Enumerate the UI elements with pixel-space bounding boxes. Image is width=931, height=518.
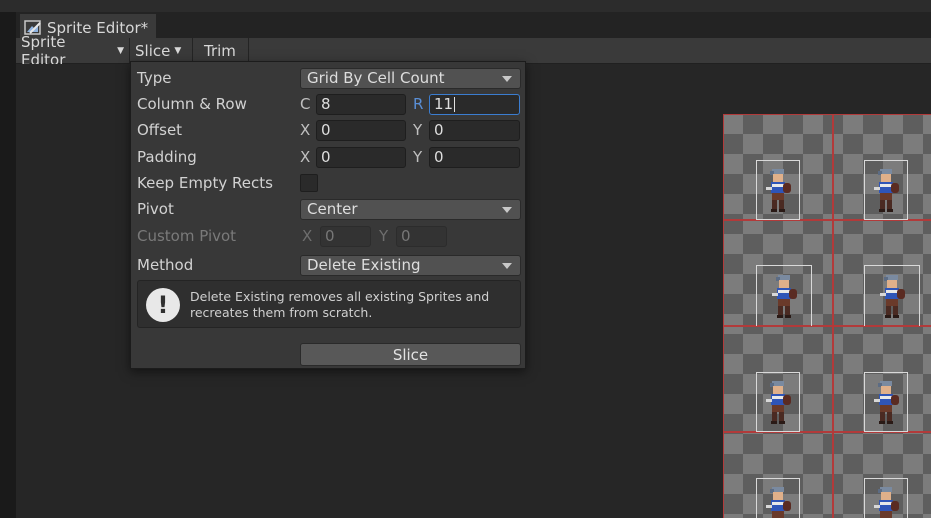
sprite-rect[interactable] — [864, 265, 920, 327]
help-text-line-2: recreates them from scratch. — [190, 305, 373, 320]
character-sprite — [769, 273, 799, 319]
sprite-sheet[interactable] — [723, 114, 931, 518]
left-edge — [0, 12, 16, 518]
custom-pivot-label: Custom Pivot — [137, 227, 237, 245]
column-row-row: Column & Row C 8 R 11 — [137, 92, 520, 116]
help-text: Delete Existing removes all existing Spr… — [190, 289, 510, 321]
character-sprite — [877, 273, 907, 319]
custom-pivot-y-axis-label: Y — [379, 227, 389, 245]
sprite-cell[interactable] — [723, 114, 833, 220]
sprite-cell[interactable] — [723, 220, 833, 327]
offset-y-field[interactable]: 0 — [429, 119, 520, 141]
row-count-value: 11 — [434, 95, 454, 113]
keep-empty-rects-label: Keep Empty Rects — [137, 174, 273, 192]
slice-menu-button[interactable]: Slice ▼ — [130, 38, 193, 63]
character-sprite — [763, 167, 793, 213]
chevron-down-icon: ▼ — [174, 45, 182, 56]
type-label: Type — [137, 69, 172, 87]
custom-pivot-x-axis-label: X — [302, 227, 313, 245]
custom-pivot-row: Custom Pivot X 0 Y 0 — [137, 224, 519, 248]
offset-x-value: 0 — [321, 121, 331, 139]
column-row-label: Column & Row — [137, 95, 247, 113]
method-dropdown[interactable]: Delete Existing — [300, 254, 521, 276]
sprite-rect[interactable] — [756, 372, 800, 432]
character-sprite — [763, 379, 793, 425]
tab-bar: Sprite Editor* — [16, 12, 931, 40]
slice-label: Slice — [135, 41, 171, 60]
custom-pivot-y-value: 0 — [401, 227, 411, 245]
pivot-value: Center — [307, 200, 358, 218]
info-icon: ! — [146, 288, 180, 322]
slice-button[interactable]: Slice — [300, 343, 521, 366]
sprite-cell[interactable] — [833, 220, 931, 327]
trim-label: Trim — [204, 41, 236, 60]
sprite-cell[interactable] — [833, 326, 931, 432]
type-value: Grid By Cell Count — [307, 69, 445, 87]
padding-y-field[interactable]: 0 — [429, 146, 520, 168]
top-strip — [0, 0, 931, 12]
type-row: Type Grid By Cell Count — [137, 66, 521, 90]
chevron-down-icon — [502, 262, 512, 269]
padding-y-axis-label: Y — [413, 148, 423, 166]
method-row: Method Delete Existing — [137, 253, 521, 277]
offset-row: Offset X 0 Y 0 — [137, 118, 520, 142]
padding-x-axis-label: X — [300, 148, 311, 166]
offset-x-axis-label: X — [300, 121, 311, 139]
sprite-cell[interactable] — [833, 114, 931, 220]
offset-label: Offset — [137, 121, 183, 139]
sprite-cell[interactable] — [723, 432, 833, 518]
chevron-down-icon — [502, 206, 512, 213]
character-sprite — [763, 485, 793, 518]
sprite-rect[interactable] — [756, 478, 800, 518]
character-sprite — [871, 485, 901, 518]
custom-pivot-y-field: 0 — [396, 225, 447, 247]
offset-y-value: 0 — [434, 121, 444, 139]
column-count-field[interactable]: 8 — [316, 93, 406, 115]
sprite-rect[interactable] — [756, 265, 812, 327]
pivot-label: Pivot — [137, 200, 174, 218]
method-label: Method — [137, 256, 194, 274]
sprite-rect[interactable] — [864, 160, 908, 220]
c-axis-label: C — [300, 95, 311, 113]
column-count-value: 8 — [321, 95, 331, 113]
method-value: Delete Existing — [307, 256, 421, 274]
help-box: ! Delete Existing removes all existing S… — [137, 280, 521, 328]
sprite-rect[interactable] — [756, 160, 800, 220]
sprite-cell[interactable] — [833, 432, 931, 518]
pivot-dropdown[interactable]: Center — [300, 198, 521, 220]
row-count-field[interactable]: 11 — [429, 93, 520, 115]
sprite-rect[interactable] — [864, 372, 908, 432]
sprite-cell[interactable] — [723, 326, 833, 432]
chevron-down-icon — [502, 75, 512, 82]
sprite-editor-mode-dropdown[interactable]: Sprite Editor ▼ — [16, 33, 130, 69]
slice-popup: Type Grid By Cell Count Column & Row C 8… — [130, 61, 526, 369]
trim-button[interactable]: Trim — [193, 38, 249, 63]
offset-x-field[interactable]: 0 — [316, 119, 406, 141]
padding-row: Padding X 0 Y 0 — [137, 145, 520, 169]
padding-x-field[interactable]: 0 — [316, 146, 406, 168]
padding-x-value: 0 — [321, 148, 331, 166]
padding-label: Padding — [137, 148, 197, 166]
character-sprite — [871, 379, 901, 425]
sprite-rect[interactable] — [864, 478, 908, 518]
type-dropdown[interactable]: Grid By Cell Count — [300, 67, 521, 89]
text-cursor — [454, 96, 456, 112]
chevron-down-icon: ▼ — [117, 45, 124, 56]
custom-pivot-x-field: 0 — [320, 225, 371, 247]
help-text-line-1: Delete Existing removes all existing Spr… — [190, 289, 490, 304]
padding-y-value: 0 — [434, 148, 444, 166]
custom-pivot-x-value: 0 — [325, 227, 335, 245]
pivot-row: Pivot Center — [137, 197, 521, 221]
offset-y-axis-label: Y — [413, 121, 423, 139]
r-axis-label: R — [413, 95, 424, 113]
keep-empty-rects-row: Keep Empty Rects — [137, 171, 519, 195]
character-sprite — [871, 167, 901, 213]
keep-empty-rects-checkbox[interactable] — [300, 174, 318, 192]
